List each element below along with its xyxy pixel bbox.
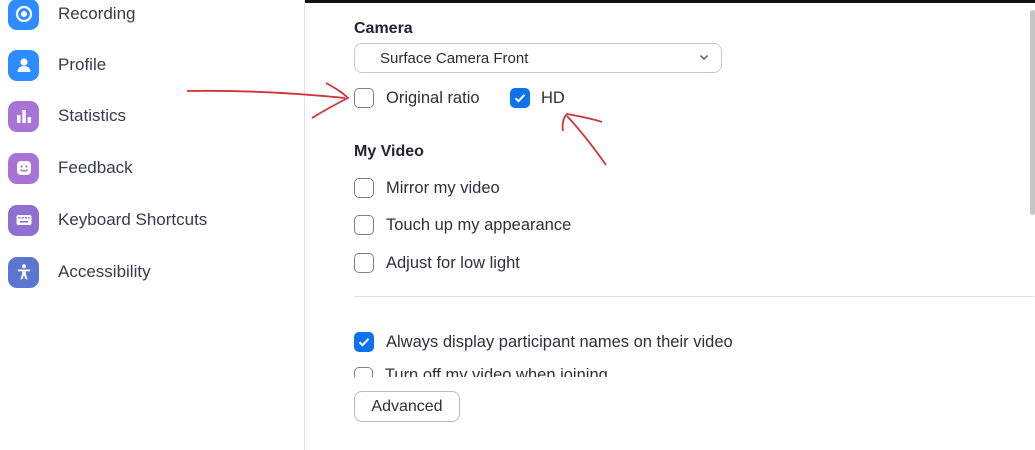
video-settings-panel: Camera Surface Camera Front Original rat… — [305, 0, 1035, 450]
low-light-option[interactable]: Adjust for low light — [354, 253, 520, 273]
touch-up-label: Touch up my appearance — [386, 215, 572, 234]
low-light-checkbox[interactable] — [354, 253, 374, 273]
hd-option[interactable]: HD — [510, 88, 565, 108]
clipped-option-checkbox[interactable] — [354, 367, 373, 377]
keyboard-icon — [8, 204, 39, 236]
original-ratio-checkbox[interactable] — [354, 88, 374, 108]
sidebar-item-label: Accessibility — [58, 262, 151, 281]
sidebar-item-accessibility[interactable]: Accessibility — [8, 254, 151, 290]
chevron-down-icon — [697, 50, 711, 69]
recording-icon — [8, 0, 39, 30]
profile-icon — [8, 49, 39, 81]
sidebar-item-label: Statistics — [58, 106, 127, 125]
display-names-option[interactable]: Always display participant names on thei… — [354, 332, 733, 352]
camera-section-title: Camera — [354, 20, 413, 37]
display-names-checkbox[interactable] — [354, 332, 374, 352]
sidebar-item-label: Recording — [58, 4, 136, 23]
section-divider — [354, 296, 1034, 297]
feedback-icon — [8, 152, 39, 184]
my-video-section-title: My Video — [354, 143, 424, 160]
advanced-button[interactable]: Advanced — [354, 391, 460, 422]
display-names-label: Always display participant names on thei… — [386, 332, 733, 351]
mirror-video-checkbox[interactable] — [354, 178, 374, 198]
sidebar-item-label: Profile — [58, 55, 107, 74]
mirror-video-option[interactable]: Mirror my video — [354, 178, 500, 198]
touch-up-option[interactable]: Touch up my appearance — [354, 215, 571, 235]
accessibility-icon — [8, 256, 39, 288]
clipped-option-row[interactable]: Turn off my video when joining meeting — [354, 367, 654, 377]
original-ratio-label: Original ratio — [386, 88, 480, 107]
original-ratio-option[interactable]: Original ratio — [354, 88, 480, 108]
touch-up-checkbox[interactable] — [354, 215, 374, 235]
mirror-video-label: Mirror my video — [386, 178, 500, 197]
statistics-icon — [8, 100, 39, 132]
sidebar-item-profile[interactable]: Profile — [8, 47, 106, 83]
scrollbar-thumb[interactable] — [1030, 10, 1035, 215]
sidebar-item-recording[interactable]: Recording — [8, 0, 136, 32]
sidebar-item-statistics[interactable]: Statistics — [8, 98, 126, 134]
sidebar-item-label: Keyboard Shortcuts — [58, 210, 208, 229]
sidebar-item-feedback[interactable]: Feedback — [8, 150, 133, 186]
settings-sidebar: Recording Profile Statistics Feedback Ke… — [0, 0, 305, 450]
clipped-option-label: Turn off my video when joining meeting — [384, 367, 608, 377]
checkmark-icon — [358, 338, 370, 347]
sidebar-item-keyboard-shortcuts[interactable]: Keyboard Shortcuts — [8, 202, 207, 238]
camera-select[interactable]: Surface Camera Front — [354, 43, 722, 73]
camera-select-value: Surface Camera Front — [380, 49, 529, 67]
hd-checkbox[interactable] — [510, 88, 530, 108]
hd-label: HD — [541, 88, 565, 107]
low-light-label: Adjust for low light — [386, 253, 520, 272]
checkmark-icon — [514, 94, 526, 103]
sidebar-item-label: Feedback — [58, 158, 133, 177]
